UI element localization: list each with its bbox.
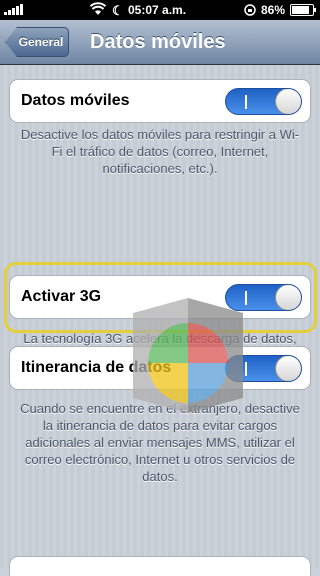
watermark-logo-icon — [133, 298, 243, 413]
battery-percentage: 86% — [260, 3, 285, 17]
back-button[interactable]: General — [5, 27, 69, 57]
cell-datos-moviles: Datos móviles — [9, 79, 311, 123]
signal-strength-icon — [4, 4, 23, 15]
datos-moviles-description: Desactive los datos móviles para restrin… — [20, 127, 300, 176]
cell-label-datos-moviles: Datos móviles — [21, 92, 130, 109]
battery-icon — [290, 4, 316, 16]
orientation-lock-icon — [244, 4, 256, 16]
datos-moviles-toggle[interactable] — [225, 88, 302, 115]
page-title: Datos móviles — [90, 31, 226, 53]
wifi-icon — [90, 2, 106, 15]
next-cell[interactable] — [9, 556, 311, 576]
cell-label-activar-3g: Activar 3G — [21, 288, 102, 305]
navigation-bar: General Datos móviles — [0, 20, 320, 65]
do-not-disturb-icon: ☾ — [112, 3, 124, 18]
clock: 05:07 a.m. — [128, 3, 187, 17]
status-bar: ☾ 05:07 a.m. 86% — [0, 0, 320, 20]
